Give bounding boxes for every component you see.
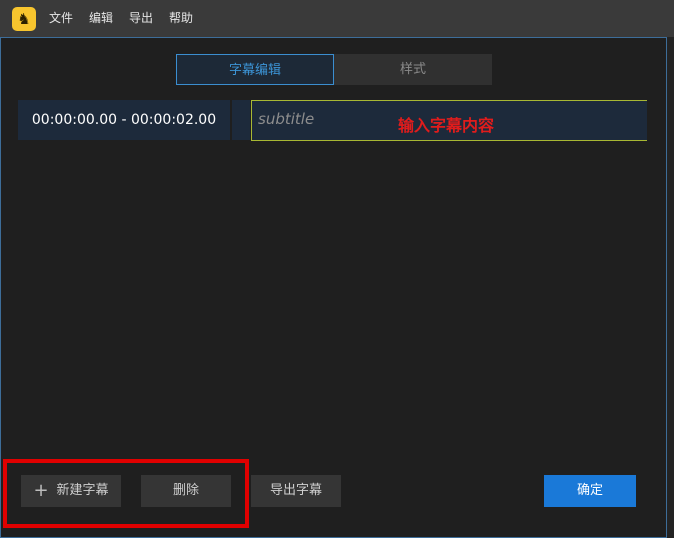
menu-file[interactable]: 文件 [49, 10, 73, 26]
tab-subtitle-edit[interactable]: 字幕编辑 [176, 54, 334, 85]
menu-bar: ♞ 文件 编辑 导出 帮助 [0, 0, 674, 37]
annotation-highlight-box [3, 459, 249, 528]
menu-help[interactable]: 帮助 [169, 10, 193, 26]
menu-edit[interactable]: 编辑 [89, 10, 113, 26]
annotation-label: 输入字幕内容 [398, 116, 495, 135]
confirm-button[interactable]: 确定 [544, 475, 636, 507]
tab-style[interactable]: 样式 [334, 54, 492, 85]
subtitle-time-range[interactable]: 00:00:00.00 - 00:00:02.00 [18, 100, 230, 140]
app-logo-icon: ♞ [12, 7, 36, 31]
menu-export[interactable]: 导出 [129, 10, 153, 26]
export-subtitle-button[interactable]: 导出字幕 [251, 475, 341, 507]
subtitle-row-separator [232, 100, 250, 140]
